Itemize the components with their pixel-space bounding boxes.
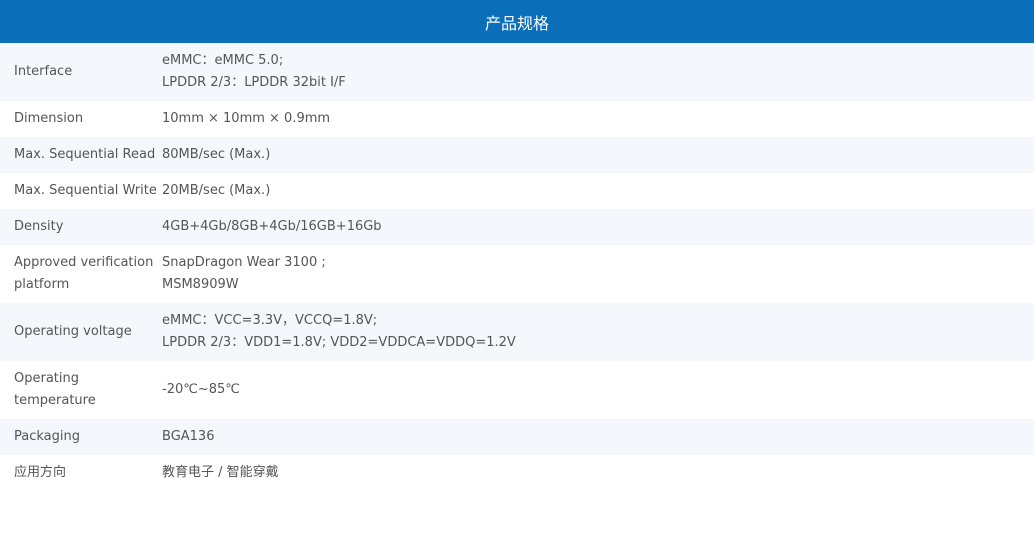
spec-value-line: 80MB/sec (Max.) [162, 147, 271, 162]
spec-row: Dimension 10mm × 10mm × 0.9mm [0, 101, 1034, 137]
spec-value: 20MB/sec (Max.) [161, 173, 1034, 209]
spec-row: Interface eMMC：eMMC 5.0; LPDDR 2/3：LPDDR 3… [0, 43, 1034, 101]
spec-value-line: SnapDragon Wear 3100 ; [162, 255, 326, 270]
spec-row: Density 4GB+4Gb/8GB+4Gb/16GB+16Gb [0, 209, 1034, 245]
spec-value: eMMC：eMMC 5.0; LPDDR 2/3：LPDDR 32bit I/F [161, 43, 1034, 101]
spec-label: Approved verification platform [0, 245, 161, 303]
spec-value-line: LPDDR 2/3：VDD1=1.8V; VDD2=VDDCA=VDDQ=1.2… [162, 335, 516, 350]
spec-label: Density [0, 209, 161, 245]
spec-row: Max. Sequential Read 80MB/sec (Max.) [0, 137, 1034, 173]
spec-row: 应用方向 教育电子 / 智能穿戴 [0, 455, 1034, 491]
spec-value-line: MSM8909W [162, 277, 239, 292]
spec-value-line: eMMC：eMMC 5.0; [162, 53, 284, 68]
spec-label: Max. Sequential Write [0, 173, 161, 209]
spec-label: Packaging [0, 419, 161, 455]
spec-value: 80MB/sec (Max.) [161, 137, 1034, 173]
product-spec-table: 产品规格 Interface eMMC：eMMC 5.0; LPDDR 2/3：LP… [0, 0, 1034, 491]
spec-label: 应用方向 [0, 455, 161, 491]
spec-table-header-row: 产品规格 [0, 0, 1034, 43]
spec-value-line: BGA136 [162, 429, 215, 444]
spec-value: eMMC：VCC=3.3V，VCCQ=1.8V; LPDDR 2/3：VDD1=1… [161, 303, 1034, 361]
spec-value-line: LPDDR 2/3：LPDDR 32bit I/F [162, 75, 346, 90]
spec-row: Approved verification platform SnapDragon… [0, 245, 1034, 303]
spec-label: Max. Sequential Read [0, 137, 161, 173]
spec-value-line: -20℃~85℃ [162, 382, 240, 397]
spec-value: 10mm × 10mm × 0.9mm [161, 101, 1034, 137]
spec-label: Interface [0, 43, 161, 101]
spec-label: Dimension [0, 101, 161, 137]
spec-row: Max. Sequential Write 20MB/sec (Max.) [0, 173, 1034, 209]
spec-value-line: 10mm × 10mm × 0.9mm [162, 111, 331, 126]
spec-value-line: eMMC：VCC=3.3V，VCCQ=1.8V; [162, 313, 378, 328]
spec-value: 4GB+4Gb/8GB+4Gb/16GB+16Gb [161, 209, 1034, 245]
spec-value-line: 教育电子 / 智能穿戴 [162, 465, 279, 480]
spec-value: -20℃~85℃ [161, 361, 1034, 419]
spec-label: Operating voltage [0, 303, 161, 361]
spec-row: Operating temperature -20℃~85℃ [0, 361, 1034, 419]
spec-value: 教育电子 / 智能穿戴 [161, 455, 1034, 491]
spec-value-line: 4GB+4Gb/8GB+4Gb/16GB+16Gb [162, 219, 382, 234]
spec-row: Operating voltage eMMC：VCC=3.3V，VCCQ=1.8V… [0, 303, 1034, 361]
spec-label: Operating temperature [0, 361, 161, 419]
spec-value: BGA136 [161, 419, 1034, 455]
spec-value: SnapDragon Wear 3100 ; MSM8909W [161, 245, 1034, 303]
spec-value-line: 20MB/sec (Max.) [162, 183, 271, 198]
spec-table-title: 产品规格 [0, 0, 1034, 43]
spec-row: Packaging BGA136 [0, 419, 1034, 455]
spec-table-body: Interface eMMC：eMMC 5.0; LPDDR 2/3：LPDDR 3… [0, 43, 1034, 491]
